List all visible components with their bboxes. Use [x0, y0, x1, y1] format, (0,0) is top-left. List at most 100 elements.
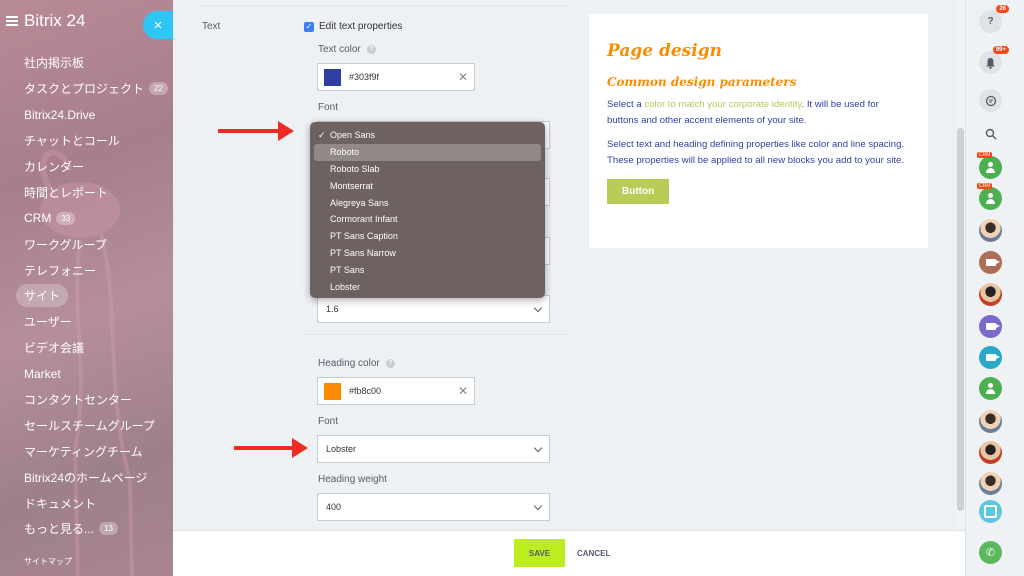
cancel-button[interactable]: CANCEL: [577, 549, 610, 558]
font-option-alegreya-sans[interactable]: Alegreya Sans: [314, 194, 541, 211]
sidebar-item-label: コンタクトセンター: [24, 393, 133, 408]
sidebar-item[interactable]: タスクとプロジェクト 22: [0, 76, 173, 102]
font-option-roboto[interactable]: Roboto: [314, 143, 541, 161]
sidebar-item[interactable]: セールスチームグループ: [0, 412, 173, 438]
page-design-preview: Page design Common design parameters Sel…: [589, 14, 928, 248]
bell-shape: [986, 57, 995, 69]
heading-color-label: Heading color ?: [318, 358, 395, 369]
sidebar-item[interactable]: CRM 33: [0, 205, 173, 231]
clear-icon[interactable]: ✕: [458, 70, 468, 84]
camera-icon: [985, 323, 1000, 330]
logo-text: Bitrix 24: [24, 11, 86, 30]
font-option-pt-sans-narrow[interactable]: PT Sans Narrow: [314, 245, 541, 262]
color-swatch[interactable]: [324, 68, 341, 86]
sidebar-item-label: 社内掲示板: [24, 56, 85, 71]
person-icon: [986, 162, 995, 173]
menu-icon[interactable]: [6, 16, 18, 26]
sidebar-item-label: Bitrix24のホームページ: [24, 470, 148, 485]
search-icon[interactable]: [979, 122, 1002, 145]
open-lines-icon[interactable]: [979, 500, 1002, 523]
select-value: Lobster: [326, 444, 357, 454]
text-color-label: Text color ?: [318, 44, 376, 55]
user-avatar[interactable]: [979, 283, 1002, 306]
notifications-bell-icon[interactable]: 99+: [979, 46, 1009, 74]
count-badge: 22: [149, 82, 168, 96]
sidebar-item[interactable]: ビデオ会議: [0, 335, 173, 361]
video-call-icon[interactable]: [979, 346, 1002, 369]
user-avatar[interactable]: [979, 472, 1002, 495]
sitemap-link[interactable]: サイトマップ: [24, 556, 72, 567]
heading-font-select[interactable]: Lobster: [317, 435, 550, 463]
crm-tag: CRM: [977, 152, 993, 158]
chevron-down-icon: [533, 303, 543, 312]
preview-text: Select a: [607, 99, 645, 110]
color-swatch[interactable]: [324, 382, 341, 400]
font-option-pt-sans-caption[interactable]: PT Sans Caption: [314, 228, 541, 245]
save-button[interactable]: SAVE: [514, 539, 565, 567]
sidebar-item-label: カレンダー: [24, 160, 85, 174]
font-option-lobster[interactable]: Lobster: [314, 278, 541, 295]
sidebar-item[interactable]: チャットとコール: [0, 128, 173, 154]
preview-accent-link[interactable]: color to match your corporate identity: [644, 99, 801, 110]
right-rail: ? 26 99+ CRM CRM ✆: [965, 0, 1024, 576]
font-option-pt-sans[interactable]: PT Sans: [314, 261, 541, 278]
chat-icon[interactable]: [979, 89, 1002, 112]
heading-weight-select[interactable]: 400: [317, 493, 550, 521]
sidebar-item-label: チャットとコール: [24, 134, 120, 149]
text-section-label: Text: [202, 21, 221, 32]
person-icon: [986, 193, 995, 204]
user-avatar[interactable]: [979, 219, 1002, 242]
checkbox-label: Edit text properties: [319, 21, 403, 32]
line-spacing-select[interactable]: 1.6: [317, 295, 550, 323]
sidebar-item[interactable]: マーケティングチーム: [0, 438, 173, 464]
preview-button[interactable]: Button: [607, 179, 670, 204]
clear-icon[interactable]: ✕: [458, 384, 468, 398]
sidebar-item-label: タスクとプロジェクト: [24, 82, 145, 97]
divider: [202, 5, 567, 6]
sidebar-item-active[interactable]: サイト: [0, 283, 173, 309]
sidebar-item[interactable]: テレフォニー: [0, 257, 173, 283]
sidebar-item[interactable]: Bitrix24のホームページ: [0, 464, 173, 490]
sidebar-item-label: Market: [24, 366, 61, 381]
sidebar-item[interactable]: ドキュメント: [0, 490, 173, 516]
contact-avatar[interactable]: [979, 377, 1002, 400]
preview-paragraph-2: Select text and heading defining propert…: [607, 139, 905, 166]
sidebar-item-more[interactable]: もっと見る... 13: [0, 516, 173, 542]
sidebar-item[interactable]: ユーザー: [0, 309, 173, 335]
edit-text-properties-checkbox[interactable]: ✓ Edit text properties: [304, 21, 402, 32]
font-dropdown-list[interactable]: Open Sans Roboto Roboto Slab Montserrat …: [310, 122, 545, 298]
sidebar-item[interactable]: 時間とレポート: [0, 179, 173, 205]
font-option-montserrat[interactable]: Montserrat: [314, 177, 541, 194]
help-icon[interactable]: ? 26: [979, 5, 1009, 33]
sidebar-menu: 社内掲示板 タスクとプロジェクト 22 Bitrix24.Drive チャットとコ…: [0, 50, 173, 542]
video-call-icon[interactable]: [979, 315, 1002, 338]
left-sidebar: Bitrix 24 × 社内掲示板 タスクとプロジェクト 22 Bitrix24.…: [0, 0, 173, 576]
sidebar-item[interactable]: 社内掲示板: [0, 50, 173, 76]
sidebar-item[interactable]: Bitrix24.Drive: [0, 102, 173, 128]
color-value: #303f9f: [349, 72, 380, 82]
heading-color-field[interactable]: #fb8c00 ✕: [317, 377, 475, 405]
sidebar-item[interactable]: カレンダー: [0, 154, 173, 180]
sidebar-item-label: ユーザー: [24, 315, 72, 330]
text-color-field[interactable]: #303f9f ✕: [317, 63, 475, 91]
crm-contact-avatar[interactable]: CRM: [977, 152, 1002, 179]
font-option-cormorant-infant[interactable]: Cormorant Infant: [314, 211, 541, 228]
phone-icon[interactable]: ✆: [979, 541, 1002, 564]
divider: [304, 334, 567, 335]
notifications-badge: 99+: [992, 46, 1009, 54]
close-panel-button[interactable]: ×: [143, 11, 173, 39]
help-icon[interactable]: ?: [366, 45, 376, 54]
user-avatar[interactable]: [979, 410, 1002, 433]
scrollbar-thumb[interactable]: [957, 128, 964, 511]
help-icon[interactable]: ?: [385, 359, 395, 368]
sidebar-item[interactable]: コンタクトセンター: [0, 387, 173, 413]
crm-contact-avatar[interactable]: CRM: [977, 183, 1002, 210]
sidebar-item[interactable]: Market: [0, 361, 173, 387]
bitrix-logo[interactable]: Bitrix 24: [6, 11, 85, 31]
panel-scrollbar[interactable]: [956, 0, 965, 530]
sidebar-item[interactable]: ワークグループ: [0, 231, 173, 257]
video-call-icon[interactable]: [979, 251, 1002, 274]
font-option-open-sans[interactable]: Open Sans: [314, 127, 541, 144]
font-option-roboto-slab[interactable]: Roboto Slab: [314, 161, 541, 178]
user-avatar[interactable]: [979, 441, 1002, 464]
